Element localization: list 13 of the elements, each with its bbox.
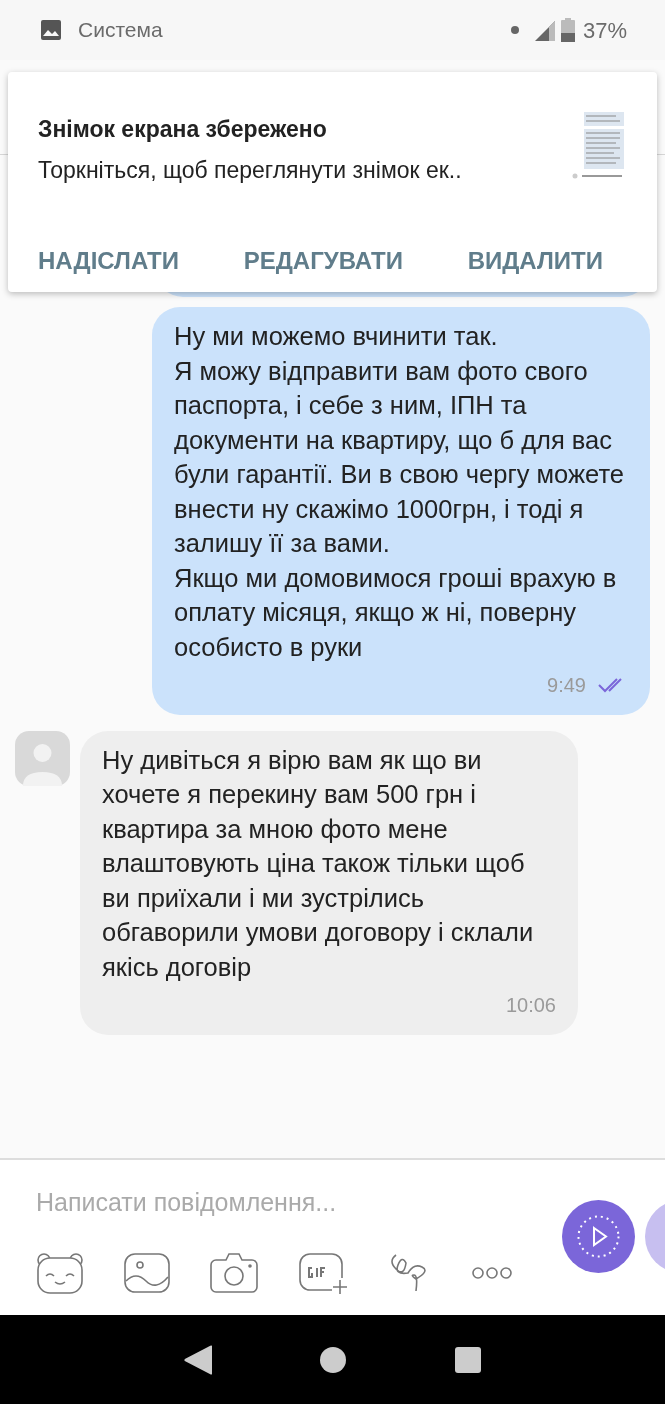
notification-text: Торкніться, щоб переглянути знімок ек.. [38,155,463,185]
notification-card[interactable]: Знімок екрана збережено Торкніться, щоб переглянути знімок ек.. НАДІСЛАТИ РЕДАГУВАТИ ВИДАЛИТИ [8,72,657,292]
battery-percentage: 37% [582,16,627,45]
message-time: 10:06 [505,993,556,1018]
notification-title: Знімок екрана збережено [38,115,328,144]
message-time: 9:49 [547,673,586,698]
message-text: Ну ми можемо вчинити так. Я можу відправити вам фото свого паспорта, і себе з ним, ІПН та документи на квартиру, що б для вас були гарантії. Ви в свою чергу можете внести ну скажімо 1000грн, і тоді я залишу її за вами. Якщо ми домовимося гроші врахую в оплату місяця, якщо ж ні, поверну особисто в руки [174,321,625,663]
message-input[interactable]: Написати повідомлення... [36,1184,516,1222]
notification-action[interactable]: ВИДАЛИТИ [467,243,603,279]
notification-action[interactable]: НАДІСЛАТИ [38,243,179,279]
notification-action[interactable]: РЕДАГУВАТИ [243,243,403,279]
notification-app-name: Система [78,17,163,44]
message-text: Ну дивіться я вірю вам як що ви хочете я перекину вам 500 грн і квартира за мною фото мене влаштовують ціна також тільки щоб ви приїхали і ми зустрілись обгаворили умови договору і склали якісь договір [102,744,535,983]
